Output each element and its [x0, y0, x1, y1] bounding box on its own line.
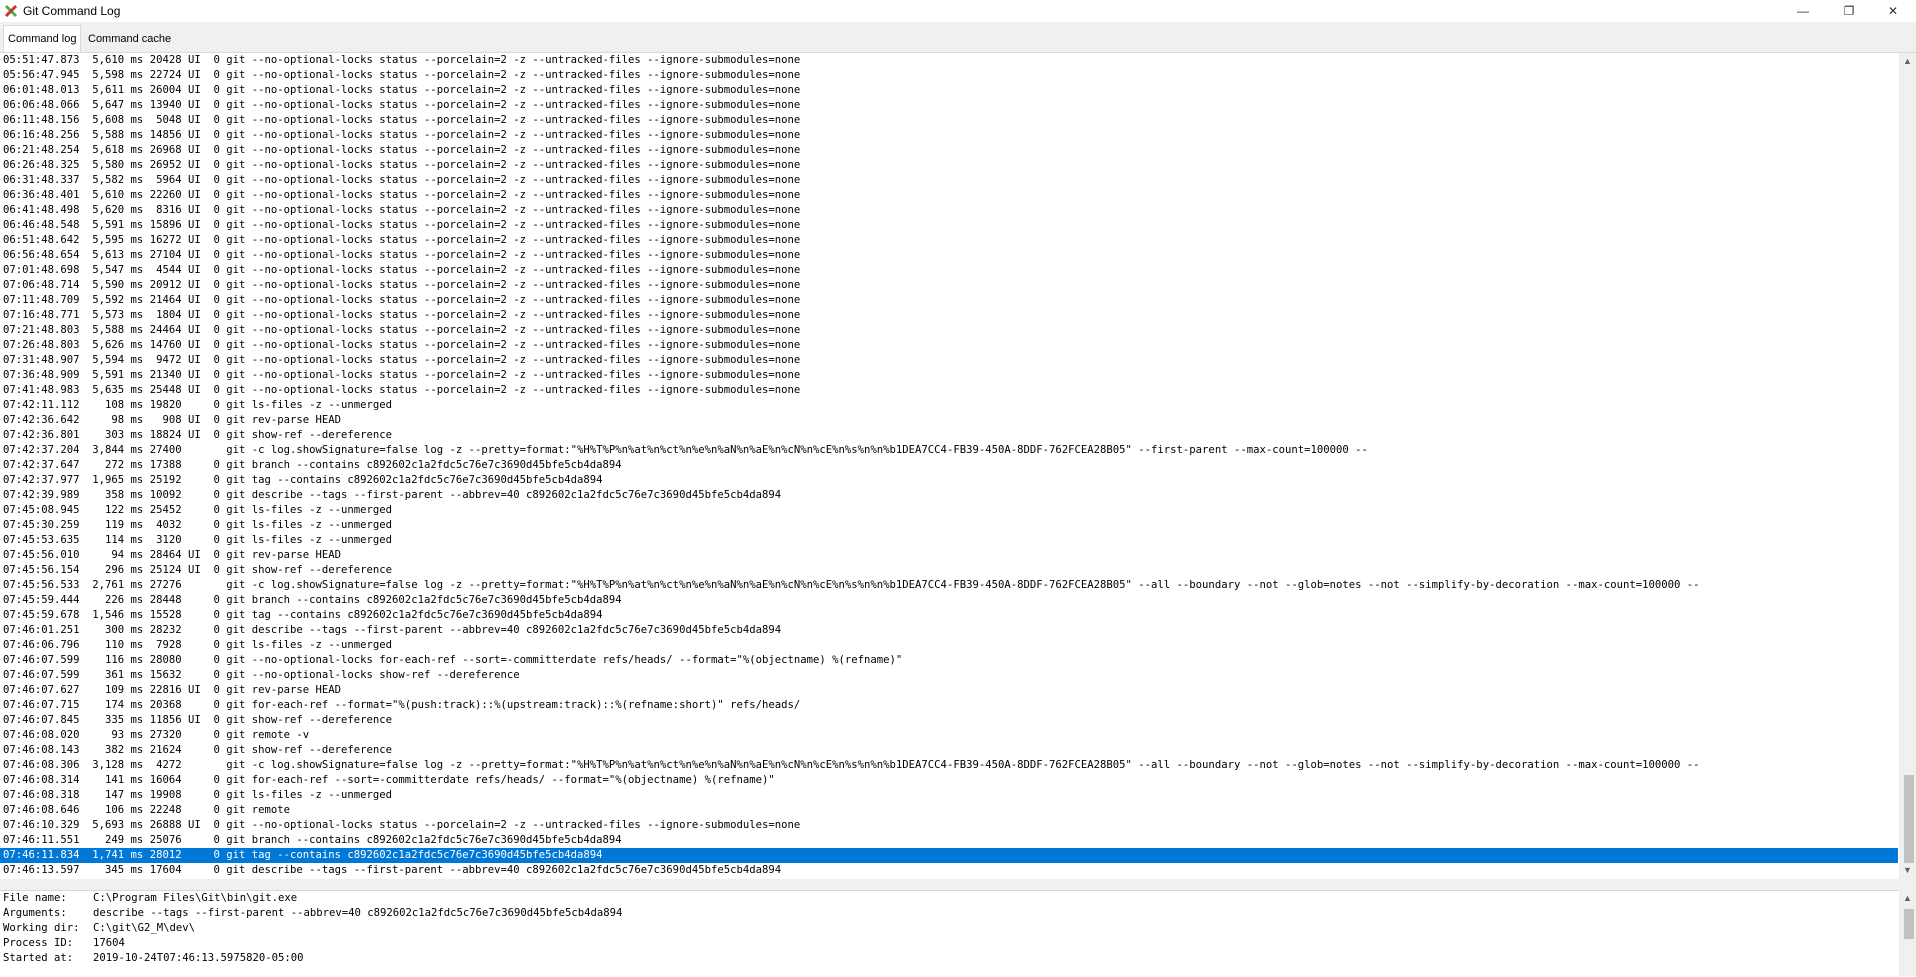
arrow-up-icon[interactable]: ▲ — [1899, 890, 1916, 907]
log-row[interactable]: 06:11:48.156 5,608 ms 5048 UI 0 git --no… — [0, 113, 1898, 128]
arrow-down-icon[interactable]: ▼ — [1899, 862, 1916, 879]
log-row[interactable]: 07:45:59.678 1,546 ms 15528 0 git tag --… — [0, 608, 1898, 623]
log-row[interactable]: 07:42:36.801 303 ms 18824 UI 0 git show-… — [0, 428, 1898, 443]
detail-label: Working dir: — [3, 922, 80, 934]
log-scrollbar-thumb[interactable] — [1904, 775, 1914, 863]
title-bar: Git Command Log — ❐ ✕ — [0, 0, 1916, 22]
log-row[interactable]: 07:16:48.771 5,573 ms 1804 UI 0 git --no… — [0, 308, 1898, 323]
log-row[interactable]: 07:46:07.599 116 ms 28080 0 git --no-opt… — [0, 653, 1898, 668]
log-row[interactable]: 07:42:39.989 358 ms 10092 0 git describe… — [0, 488, 1898, 503]
log-row[interactable]: 07:46:06.796 110 ms 7928 0 git ls-files … — [0, 638, 1898, 653]
detail-value: C:\git\G2_M\dev\ — [93, 922, 196, 934]
log-row[interactable]: 07:45:56.533 2,761 ms 27276 git -c log.s… — [0, 578, 1898, 593]
tab-command-log[interactable]: Command log — [3, 25, 82, 52]
log-row[interactable]: 07:21:48.803 5,588 ms 24464 UI 0 git --n… — [0, 323, 1898, 338]
command-details-panel: File name: C:\Program Files\Git\bin\git.e… — [0, 890, 1898, 977]
log-row[interactable]: 07:45:56.154 296 ms 25124 UI 0 git show-… — [0, 563, 1898, 578]
log-row[interactable]: 07:42:37.204 3,844 ms 27400 git -c log.s… — [0, 443, 1898, 458]
log-row[interactable]: 07:11:48.709 5,592 ms 21464 UI 0 git --n… — [0, 293, 1898, 308]
detail-row: Process ID: 17604 — [0, 936, 1898, 951]
log-row[interactable]: 06:36:48.401 5,610 ms 22260 UI 0 git --n… — [0, 188, 1898, 203]
git-extensions-icon — [4, 4, 18, 18]
log-row[interactable]: 07:46:08.306 3,128 ms 4272 git -c log.sh… — [0, 758, 1898, 773]
log-row[interactable]: 06:26:48.325 5,580 ms 26952 UI 0 git --n… — [0, 158, 1898, 173]
log-row[interactable]: 07:42:36.642 98 ms 908 UI 0 git rev-pars… — [0, 413, 1898, 428]
log-row[interactable]: 07:46:08.646 106 ms 22248 0 git remote — [0, 803, 1898, 818]
detail-row: Arguments: describe --tags --first-parent… — [0, 906, 1898, 921]
log-row[interactable]: 07:26:48.803 5,626 ms 14760 UI 0 git --n… — [0, 338, 1898, 353]
log-row[interactable]: 06:56:48.654 5,613 ms 27104 UI 0 git --n… — [0, 248, 1898, 263]
log-row[interactable]: 05:56:47.945 5,598 ms 22724 UI 0 git --n… — [0, 68, 1898, 83]
splitter[interactable] — [0, 879, 1916, 890]
log-row[interactable]: 07:46:07.715 174 ms 20368 0 git for-each… — [0, 698, 1898, 713]
detail-label: Started at: — [3, 952, 74, 964]
log-row[interactable]: 07:45:08.945 122 ms 25452 0 git ls-files… — [0, 503, 1898, 518]
close-button[interactable]: ✕ — [1870, 0, 1916, 22]
detail-value: describe --tags --first-parent --abbrev=… — [93, 907, 623, 919]
window-title: Git Command Log — [23, 4, 121, 18]
log-row[interactable]: 07:46:11.834 1,741 ms 28012 0 git tag --… — [0, 848, 1898, 863]
log-row[interactable]: 07:42:37.647 272 ms 17388 0 git branch -… — [0, 458, 1898, 473]
command-log-list[interactable]: 05:51:47.873 5,610 ms 20428 UI 0 git --n… — [0, 53, 1898, 879]
log-row[interactable]: 07:06:48.714 5,590 ms 20912 UI 0 git --n… — [0, 278, 1898, 293]
tab-bar: Command log Command cache — [0, 22, 1916, 53]
log-row[interactable]: 05:51:47.873 5,610 ms 20428 UI 0 git --n… — [0, 53, 1898, 68]
minimize-button[interactable]: — — [1780, 0, 1826, 22]
log-row[interactable]: 07:46:08.020 93 ms 27320 0 git remote -v — [0, 728, 1898, 743]
log-row[interactable]: 07:42:37.977 1,965 ms 25192 0 git tag --… — [0, 473, 1898, 488]
log-row[interactable]: 07:46:11.551 249 ms 25076 0 git branch -… — [0, 833, 1898, 848]
detail-value: 2019-10-24T07:46:13.5975820-05:00 — [93, 952, 304, 964]
detail-value: 17604 — [93, 937, 125, 949]
tab-command-cache[interactable]: Command cache — [84, 28, 175, 50]
log-row[interactable]: 07:36:48.909 5,591 ms 21340 UI 0 git --n… — [0, 368, 1898, 383]
log-row[interactable]: 07:46:07.627 109 ms 22816 UI 0 git rev-p… — [0, 683, 1898, 698]
log-row[interactable]: 06:21:48.254 5,618 ms 26968 UI 0 git --n… — [0, 143, 1898, 158]
detail-label: Process ID: — [3, 937, 74, 949]
detail-label: Arguments: — [3, 907, 67, 919]
log-row[interactable]: 06:06:48.066 5,647 ms 13940 UI 0 git --n… — [0, 98, 1898, 113]
log-row[interactable]: 07:45:59.444 226 ms 28448 0 git branch -… — [0, 593, 1898, 608]
log-row[interactable]: 06:31:48.337 5,582 ms 5964 UI 0 git --no… — [0, 173, 1898, 188]
log-row[interactable]: 07:42:11.112 108 ms 19820 0 git ls-files… — [0, 398, 1898, 413]
log-row[interactable]: 06:51:48.642 5,595 ms 16272 UI 0 git --n… — [0, 233, 1898, 248]
log-row[interactable]: 07:46:07.599 361 ms 15632 0 git --no-opt… — [0, 668, 1898, 683]
detail-row: File name: C:\Program Files\Git\bin\git.e… — [0, 891, 1898, 906]
detail-row: Working dir: C:\git\G2_M\dev\ — [0, 921, 1898, 936]
log-row[interactable]: 07:46:13.597 345 ms 17604 0 git describe… — [0, 863, 1898, 878]
log-row[interactable]: 07:01:48.698 5,547 ms 4544 UI 0 git --no… — [0, 263, 1898, 278]
log-row[interactable]: 06:46:48.548 5,591 ms 15896 UI 0 git --n… — [0, 218, 1898, 233]
log-row[interactable]: 06:41:48.498 5,620 ms 8316 UI 0 git --no… — [0, 203, 1898, 218]
log-row[interactable]: 07:46:08.314 141 ms 16064 0 git for-each… — [0, 773, 1898, 788]
restore-button[interactable]: ❐ — [1826, 0, 1872, 22]
detail-label: File name: — [3, 892, 67, 904]
log-row[interactable]: 07:46:01.251 300 ms 28232 0 git describe… — [0, 623, 1898, 638]
arrow-up-icon[interactable]: ▲ — [1899, 53, 1916, 70]
log-row[interactable]: 07:46:08.318 147 ms 19908 0 git ls-files… — [0, 788, 1898, 803]
log-row[interactable]: 07:46:07.845 335 ms 11856 UI 0 git show-… — [0, 713, 1898, 728]
detail-row: Started at: 2019-10-24T07:46:13.5975820-0… — [0, 951, 1898, 966]
log-row[interactable]: 06:01:48.013 5,611 ms 26004 UI 0 git --n… — [0, 83, 1898, 98]
log-row[interactable]: 06:16:48.256 5,588 ms 14856 UI 0 git --n… — [0, 128, 1898, 143]
log-row[interactable]: 07:31:48.907 5,594 ms 9472 UI 0 git --no… — [0, 353, 1898, 368]
details-scrollbar-thumb[interactable] — [1904, 909, 1914, 939]
log-row[interactable]: 07:45:30.259 119 ms 4032 0 git ls-files … — [0, 518, 1898, 533]
log-row[interactable]: 07:46:10.329 5,693 ms 26888 UI 0 git --n… — [0, 818, 1898, 833]
log-scrollbar[interactable] — [1899, 53, 1916, 879]
log-row[interactable]: 07:45:53.635 114 ms 3120 0 git ls-files … — [0, 533, 1898, 548]
log-row[interactable]: 07:46:08.143 382 ms 21624 0 git show-ref… — [0, 743, 1898, 758]
detail-value: C:\Program Files\Git\bin\git.exe — [93, 892, 298, 904]
log-row[interactable]: 07:45:56.010 94 ms 28464 UI 0 git rev-pa… — [0, 548, 1898, 563]
log-row[interactable]: 07:41:48.983 5,635 ms 25448 UI 0 git --n… — [0, 383, 1898, 398]
